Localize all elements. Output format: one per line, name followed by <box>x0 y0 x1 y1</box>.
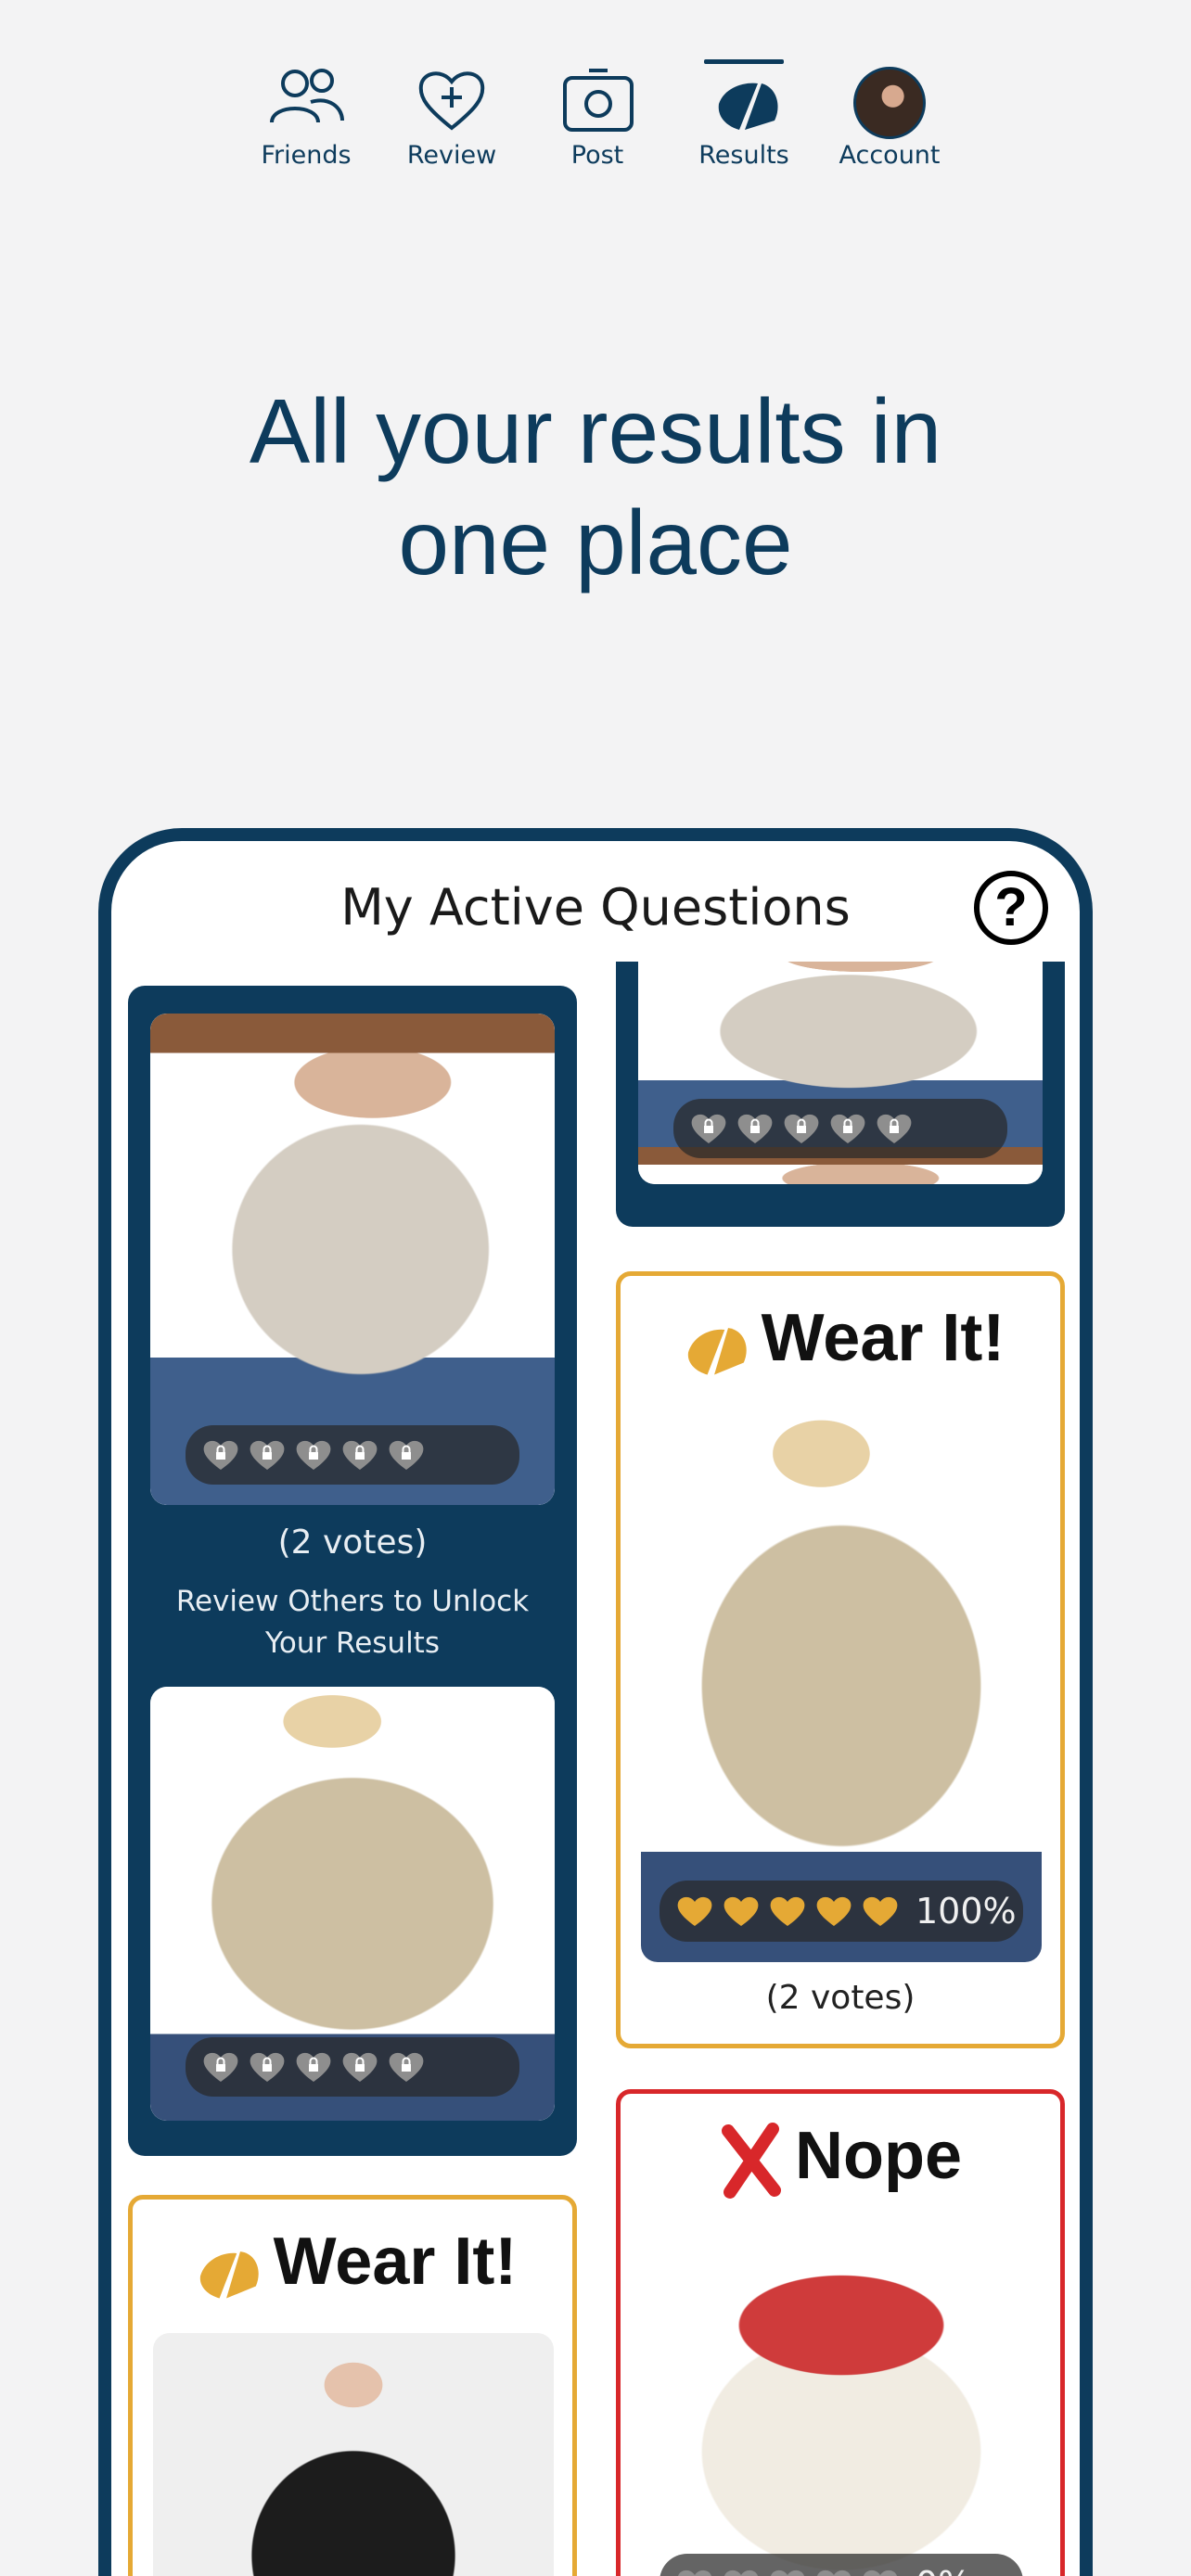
verdict-wear-it-2-label: Wear It! <box>273 2225 518 2299</box>
locked-heart-icon <box>202 1438 239 1472</box>
locked-heart-icon <box>690 1112 727 1145</box>
verdict-nope-label: Nope <box>795 2119 962 2193</box>
locked-heart-icon <box>295 1438 332 1472</box>
filled-heart-icon <box>862 1894 899 1928</box>
headline-line-1: All your results in <box>249 380 942 482</box>
avatar <box>853 67 926 139</box>
unlock-message: Review Others to Unlock Your Results <box>128 1581 577 1664</box>
locked-rating-pill-1 <box>186 1425 519 1485</box>
nav-post-label: Post <box>570 141 624 170</box>
nope-card[interactable]: Nope 0% <box>616 2089 1065 2576</box>
headline-line-2: one place <box>398 491 793 593</box>
locked-heart-icon <box>341 1438 378 1472</box>
locked-heart-icon <box>295 2050 332 2084</box>
locked-heart-icon <box>388 1438 425 1472</box>
locked-heart-icon <box>736 1112 774 1145</box>
locked-heart-icon <box>202 2050 239 2084</box>
verdict-wear-it: Wear It! <box>621 1300 1060 1382</box>
camera-icon <box>563 69 634 132</box>
nav-friends[interactable]: Friends <box>237 56 376 170</box>
filled-heart-icon <box>769 1894 806 1928</box>
empty-heart-icon <box>769 2568 806 2576</box>
croissant-logo-icon <box>199 2251 259 2299</box>
locked-heart-icon <box>341 2050 378 2084</box>
heart-plus-icon <box>418 71 485 131</box>
locked-heart-icon <box>388 2050 425 2084</box>
nav-friends-label: Friends <box>261 141 352 170</box>
question-photo-5: 0% <box>641 2227 1042 2576</box>
filled-heart-icon <box>676 1894 713 1928</box>
nav-review[interactable]: Review <box>382 56 521 170</box>
empty-heart-icon <box>862 2568 899 2576</box>
nav-review-label: Review <box>406 141 497 170</box>
headline: All your results in one place <box>0 376 1191 598</box>
empty-heart-icon <box>676 2568 713 2576</box>
question-photo-1 <box>150 1014 555 1505</box>
locked-heart-icon <box>783 1112 820 1145</box>
top-nav: Friends Review Post Results Account <box>0 56 1191 176</box>
nav-results-label: Results <box>698 141 789 170</box>
question-photo-top <box>638 962 1043 1184</box>
help-button[interactable]: ? <box>974 871 1048 945</box>
nav-results[interactable]: Results <box>674 56 813 170</box>
locked-heart-icon <box>876 1112 913 1145</box>
nav-account-label: Account <box>839 141 941 170</box>
nav-post[interactable]: Post <box>528 56 667 170</box>
rating-pill-nope: 0% <box>660 2554 1023 2576</box>
question-photo-3: 100% <box>641 1409 1042 1962</box>
filled-heart-icon <box>723 1894 760 1928</box>
active-tab-indicator <box>704 59 784 64</box>
wear-it-card[interactable]: Wear It! 100% (2 votes) <box>616 1271 1065 2048</box>
results-icon <box>718 83 778 130</box>
wear-votes-count: (2 votes) <box>765 1979 916 2017</box>
locked-question-card[interactable]: (2 votes) Review Others to Unlock Your R… <box>128 986 577 2156</box>
verdict-nope: Nope <box>621 2118 1060 2200</box>
locked-votes-count: (2 votes) <box>277 1524 428 1562</box>
unlock-line-2: Your Results <box>265 1626 440 1660</box>
red-x-icon <box>722 2122 781 2199</box>
locked-heart-icon <box>249 2050 286 2084</box>
locked-rating-pill-top <box>673 1099 1007 1158</box>
friends-icon <box>270 69 344 123</box>
dress-photo <box>153 2333 554 2576</box>
approval-percent: 100% <box>916 1891 1017 1932</box>
empty-heart-icon <box>815 2568 852 2576</box>
locked-heart-icon <box>249 1438 286 1472</box>
locked-heart-icon <box>829 1112 866 1145</box>
wear-it-card-2[interactable]: Wear It! <box>128 2195 577 2576</box>
sweater-photo-3 <box>641 1409 1042 1962</box>
croissant-logo-icon <box>687 1328 747 1375</box>
unlock-line-1: Review Others to Unlock <box>175 1585 530 1618</box>
question-photo-4 <box>153 2333 554 2576</box>
verdict-wear-it-label: Wear It! <box>761 1301 1005 1375</box>
filled-heart-icon <box>815 1894 852 1928</box>
active-questions-panel: My Active Questions ? (2 votes) Review O… <box>98 828 1093 2576</box>
locked-rating-pill-2 <box>186 2037 519 2097</box>
locked-question-card-top[interactable] <box>616 962 1065 1227</box>
nav-account[interactable]: Account <box>820 56 959 170</box>
empty-heart-icon <box>723 2568 760 2576</box>
verdict-wear-it-2: Wear It! <box>133 2224 572 2305</box>
question-photo-2 <box>150 1687 555 2121</box>
sweater-photo-5 <box>641 2227 1042 2576</box>
nope-percent: 0% <box>916 2564 971 2576</box>
rating-pill: 100% <box>660 1881 1023 1942</box>
panel-title: My Active Questions <box>340 878 851 937</box>
